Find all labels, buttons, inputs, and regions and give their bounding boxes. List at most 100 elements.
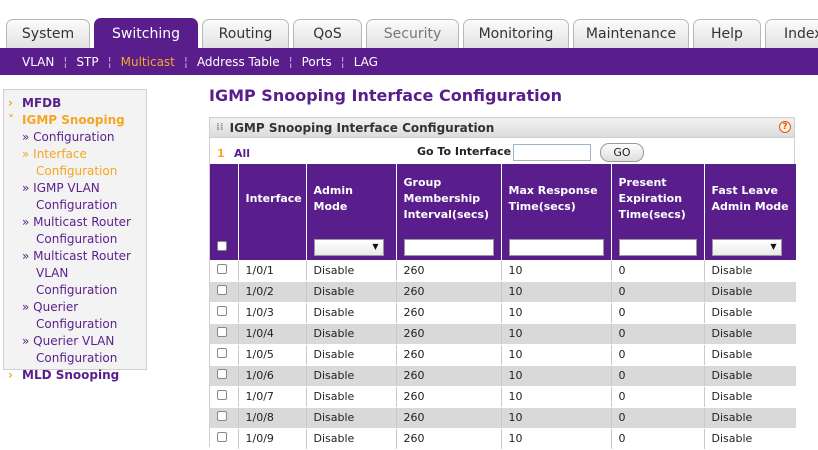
panel-title: IGMP Snooping Interface Configuration (229, 120, 495, 135)
config-panel: ⁞⁞ IGMP Snooping Interface Configuration… (209, 117, 796, 450)
row-checkbox[interactable] (217, 306, 227, 316)
table-row[interactable]: 1/0/5 Disable 260 10 0 Disable (210, 344, 796, 366)
cell-present-expiration-time: 0 (611, 344, 705, 366)
cell-max-response-time: 10 (501, 302, 612, 324)
chevron-down-icon: ˅ (8, 113, 14, 127)
bullet-icon: » (22, 147, 34, 161)
sub-nav-bar: VLAN ¦ STP ¦ Multicast ¦ Address Table ¦… (0, 48, 818, 75)
bullet-icon: » (22, 300, 34, 314)
top-tab-bar: System Switching Routing QoS Security Mo… (0, 0, 818, 48)
nav-mld-snooping[interactable]: › MLD Snooping (8, 367, 146, 384)
max-response-time-input[interactable] (508, 238, 604, 256)
help-icon[interactable]: ? (779, 121, 791, 133)
group-membership-interval-input[interactable] (403, 238, 494, 256)
subnav-multicast[interactable]: Multicast (121, 55, 175, 69)
subnav-stp[interactable]: STP (76, 55, 98, 69)
select-all-checkbox[interactable] (217, 241, 227, 251)
nav-interface-configuration[interactable]: » Interface (8, 146, 146, 163)
row-select-cell (210, 260, 239, 282)
table-row[interactable]: 1/0/8 Disable 260 10 0 Disable (210, 407, 796, 429)
admin-mode-select[interactable] (313, 238, 384, 256)
cell-group-membership-interval: 260 (396, 260, 502, 282)
table-row[interactable]: 1/0/1 Disable 260 10 0 Disable (210, 260, 796, 282)
nav-multicast-router-cont[interactable]: Configuration (8, 231, 146, 248)
row-checkbox[interactable] (217, 411, 227, 421)
cell-max-response-time: 10 (501, 428, 612, 450)
nav-querier[interactable]: » Querier (8, 299, 146, 316)
cell-max-response-time: 10 (501, 323, 612, 345)
row-checkbox[interactable] (217, 327, 227, 337)
tab-routing[interactable]: Routing (202, 19, 289, 48)
goto-interface-input[interactable] (513, 144, 591, 161)
cell-fast-leave-admin-mode: Disable (704, 302, 796, 324)
cell-present-expiration-time: 0 (611, 323, 705, 345)
cell-interface: 1/0/5 (238, 344, 307, 366)
cell-interface: 1/0/8 (238, 407, 307, 429)
cell-max-response-time: 10 (501, 344, 612, 366)
row-checkbox[interactable] (217, 263, 227, 274)
cell-admin-mode: Disable (306, 260, 397, 282)
row-checkbox[interactable] (217, 369, 227, 379)
edit-interface-cell (238, 234, 307, 260)
subnav-vlan[interactable]: VLAN (22, 55, 54, 69)
cell-fast-leave-admin-mode: Disable (704, 344, 796, 366)
bullet-icon: » (22, 215, 34, 229)
nav-querier-vlan-cont[interactable]: Configuration (8, 350, 146, 367)
cell-admin-mode: Disable (306, 407, 397, 429)
nav-igmp-snooping[interactable]: ˅ IGMP Snooping (8, 112, 146, 129)
cell-present-expiration-time: 0 (611, 365, 705, 387)
cell-interface: 1/0/4 (238, 323, 307, 345)
tab-qos[interactable]: QoS (293, 19, 362, 48)
table-row[interactable]: 1/0/2 Disable 260 10 0 Disable (210, 281, 796, 303)
nav-configuration[interactable]: » Configuration (8, 129, 146, 146)
subnav-lag[interactable]: LAG (354, 55, 378, 69)
tab-switching[interactable]: Switching (94, 18, 198, 48)
nav-igmp-vlan-cont[interactable]: Configuration (8, 197, 146, 214)
table-row[interactable]: 1/0/4 Disable 260 10 0 Disable (210, 323, 796, 345)
row-checkbox[interactable] (217, 432, 227, 442)
nav-querier-cont[interactable]: Configuration (8, 316, 146, 333)
tab-monitoring[interactable]: Monitoring (463, 19, 569, 48)
row-checkbox[interactable] (217, 348, 227, 358)
table-row[interactable]: 1/0/6 Disable 260 10 0 Disable (210, 365, 796, 387)
cell-fast-leave-admin-mode: Disable (704, 323, 796, 345)
tab-help[interactable]: Help (693, 19, 761, 48)
tab-security[interactable]: Security (366, 19, 459, 48)
row-select-cell (210, 344, 239, 366)
subnav-ports[interactable]: Ports (302, 55, 332, 69)
nav-mfdb[interactable]: › MFDB (8, 95, 146, 112)
nav-multicast-router[interactable]: » Multicast Router (8, 214, 146, 231)
tab-maintenance[interactable]: Maintenance (573, 19, 689, 48)
header-group-membership-interval: Group Membership Interval(secs) (396, 164, 502, 234)
row-select-cell (210, 281, 239, 303)
table-row[interactable]: 1/0/7 Disable 260 10 0 Disable (210, 386, 796, 408)
cell-interface: 1/0/1 (238, 260, 307, 282)
tab-system[interactable]: System (6, 19, 90, 48)
cell-group-membership-interval: 260 (396, 407, 502, 429)
filter-all-link[interactable]: All (234, 147, 250, 160)
row-checkbox[interactable] (217, 390, 227, 400)
cell-group-membership-interval: 260 (396, 302, 502, 324)
nav-multicast-router-vlan-cont[interactable]: VLAN Configuration (8, 265, 146, 299)
tab-index[interactable]: Index (765, 19, 818, 48)
go-button[interactable]: GO (600, 143, 644, 162)
nav-querier-vlan[interactable]: » Querier VLAN (8, 333, 146, 350)
panel-header: ⁞⁞ IGMP Snooping Interface Configuration… (210, 118, 794, 138)
nav-interface-configuration-cont[interactable]: Configuration (8, 163, 146, 180)
nav-igmp-vlan[interactable]: » IGMP VLAN (8, 180, 146, 197)
row-select-cell (210, 302, 239, 324)
present-expiration-time-input[interactable] (618, 238, 697, 256)
table-row[interactable]: 1/0/3 Disable 260 10 0 Disable (210, 302, 796, 324)
filter-row: 1 All Go To Interface GO (210, 138, 794, 164)
nav-multicast-router-vlan[interactable]: » Multicast Router (8, 248, 146, 265)
cell-admin-mode: Disable (306, 323, 397, 345)
cell-fast-leave-admin-mode: Disable (704, 281, 796, 303)
row-checkbox[interactable] (217, 285, 227, 295)
chevron-right-icon: › (8, 96, 13, 110)
subnav-address-table[interactable]: Address Table (197, 55, 280, 69)
table-row[interactable]: 1/0/9 Disable 260 10 0 Disable (210, 428, 796, 450)
fast-leave-admin-mode-select[interactable] (711, 238, 782, 256)
row-select-cell (210, 386, 239, 408)
cell-admin-mode: Disable (306, 428, 397, 450)
subnav-divider: ¦ (107, 54, 112, 69)
